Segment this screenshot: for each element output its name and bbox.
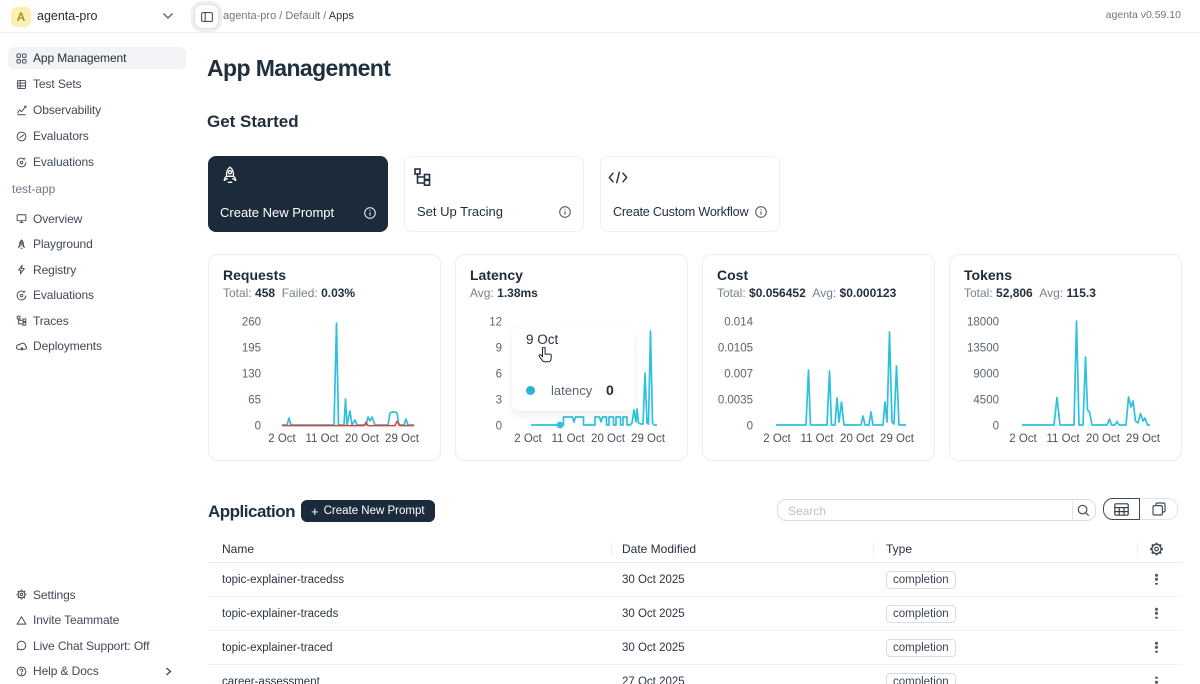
svg-text:2 Oct: 2 Oct <box>514 433 542 445</box>
svg-text:11 Oct: 11 Oct <box>305 433 339 445</box>
svg-text:0.007: 0.007 <box>724 369 753 381</box>
svg-text:18000: 18000 <box>967 317 999 329</box>
svg-text:2 Oct: 2 Oct <box>1009 433 1037 445</box>
svg-text:0: 0 <box>747 421 753 433</box>
svg-text:12: 12 <box>489 317 502 329</box>
svg-text:2 Oct: 2 Oct <box>763 433 791 445</box>
svg-text:0: 0 <box>993 421 999 433</box>
svg-text:13500: 13500 <box>967 343 999 355</box>
svg-text:20 Oct: 20 Oct <box>345 433 380 445</box>
svg-text:195: 195 <box>242 343 261 355</box>
svg-text:3: 3 <box>496 395 502 407</box>
svg-text:20 Oct: 20 Oct <box>591 433 626 445</box>
svg-text:0.0105: 0.0105 <box>718 343 753 355</box>
svg-text:11 Oct: 11 Oct <box>551 433 585 445</box>
svg-text:9: 9 <box>496 343 502 355</box>
svg-text:9000: 9000 <box>973 369 999 381</box>
svg-text:130: 130 <box>242 369 261 381</box>
svg-text:29 Oct: 29 Oct <box>1126 433 1161 445</box>
svg-text:4500: 4500 <box>973 395 999 407</box>
svg-text:2 Oct: 2 Oct <box>268 433 296 445</box>
svg-text:260: 260 <box>242 317 261 329</box>
svg-text:29 Oct: 29 Oct <box>385 433 420 445</box>
svg-text:6: 6 <box>496 369 502 381</box>
svg-text:29 Oct: 29 Oct <box>631 433 666 445</box>
svg-text:0.014: 0.014 <box>724 317 753 329</box>
svg-text:29 Oct: 29 Oct <box>880 433 915 445</box>
svg-text:20 Oct: 20 Oct <box>840 433 875 445</box>
svg-text:11 Oct: 11 Oct <box>1046 433 1080 445</box>
svg-text:0.0035: 0.0035 <box>718 395 753 407</box>
svg-text:0: 0 <box>255 421 261 433</box>
svg-text:0: 0 <box>496 421 502 433</box>
svg-text:20 Oct: 20 Oct <box>1086 433 1121 445</box>
svg-text:65: 65 <box>248 395 261 407</box>
svg-text:11 Oct: 11 Oct <box>800 433 834 445</box>
